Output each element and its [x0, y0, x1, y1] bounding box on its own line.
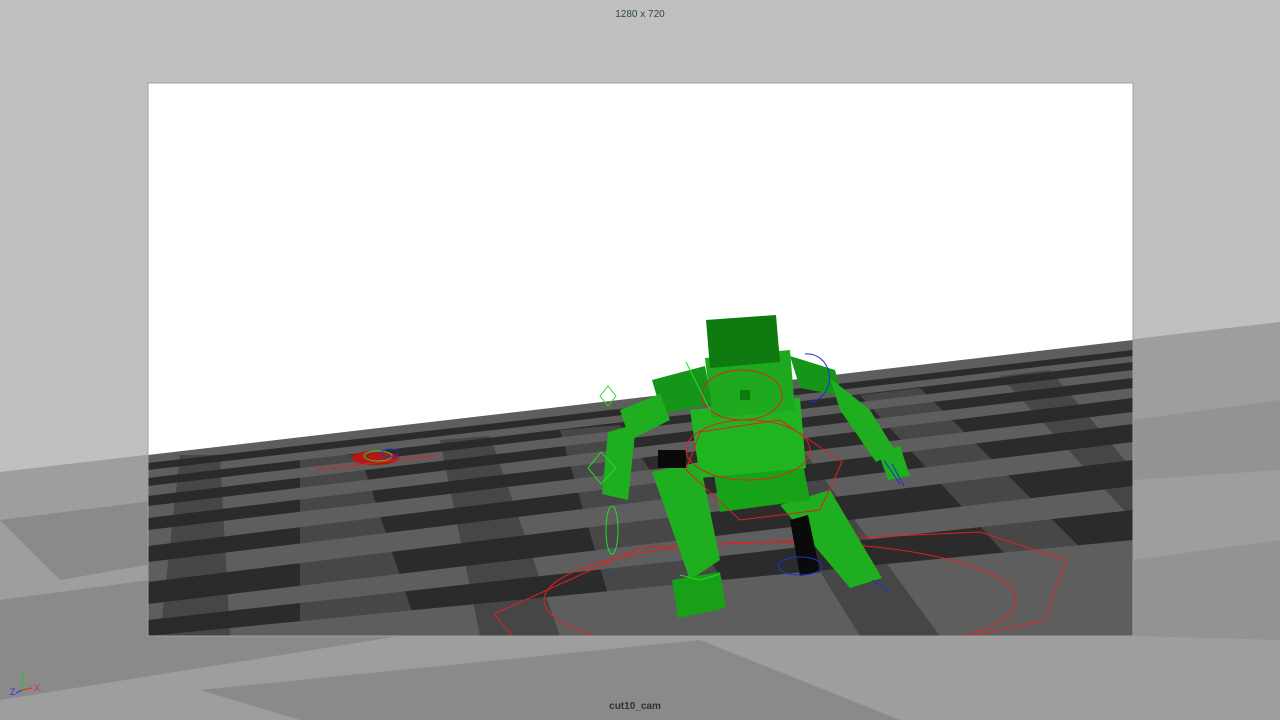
maya-viewport[interactable]: 1280 x 720 X Y Z cut10_cam [0, 0, 1280, 720]
x-axis-line [21, 687, 33, 691]
scene-canvas[interactable] [0, 0, 1280, 720]
z-axis-label: Z [10, 687, 16, 697]
z-axis-line [15, 689, 23, 694]
y-axis-line [21, 674, 24, 691]
camera-name-label: cut10_cam [609, 701, 661, 712]
y-axis-label: Y [21, 670, 26, 677]
resolution-gate [148, 83, 1133, 636]
x-axis-label: X [34, 683, 40, 693]
view-axis-gizmo: X Y Z [10, 670, 40, 697]
